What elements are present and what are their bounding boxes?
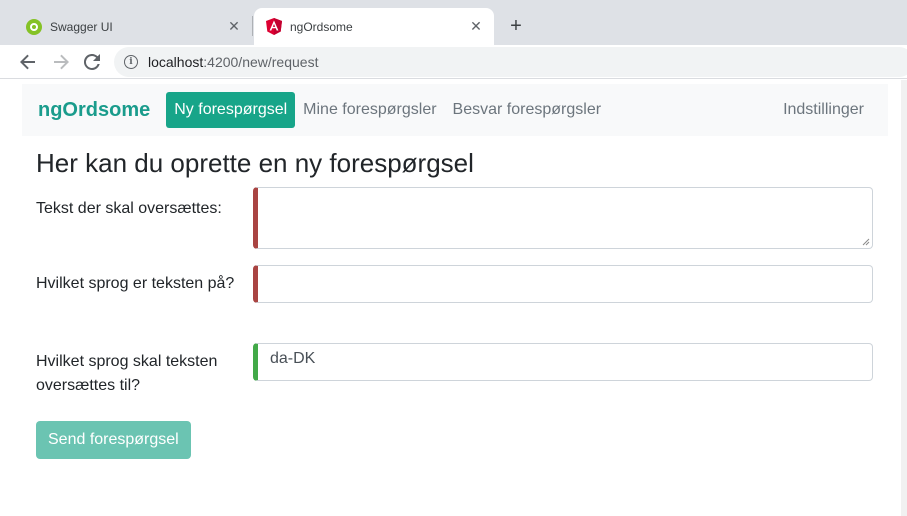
nav-settings[interactable]: Indstillinger: [783, 101, 864, 119]
brand-logo[interactable]: ngOrdsome: [38, 99, 150, 122]
nav-new-request[interactable]: Ny forespørgsel: [166, 92, 296, 128]
back-icon[interactable]: [15, 49, 41, 75]
close-icon[interactable]: ✕: [226, 18, 242, 35]
text-label: Tekst der skal oversættes:: [36, 200, 222, 217]
tab-title: Swagger UI: [50, 19, 113, 34]
swagger-globe-icon: [26, 18, 42, 35]
resize-grip-icon[interactable]: [862, 238, 870, 246]
source-language-input[interactable]: [253, 265, 873, 303]
target-language-input[interactable]: da-DK: [253, 343, 873, 381]
source-language-label: Hvilket sprog er teksten på?: [36, 275, 235, 292]
url-path: :4200/new/request: [203, 54, 319, 70]
target-language-value: da-DK: [270, 350, 316, 367]
forward-icon[interactable]: [48, 49, 74, 75]
app-navbar: ngOrdsome Ny forespørgsel Mine forespørg…: [22, 84, 888, 136]
page-content: ngOrdsome Ny forespørgsel Mine forespørg…: [0, 80, 907, 516]
form-row-source: Hvilket sprog er teksten på?: [36, 265, 873, 321]
page-title: Her kan du oprette en ny forespørgsel: [36, 148, 474, 178]
nav-my-requests[interactable]: Mine forespørgsler: [295, 92, 444, 128]
tab-swagger-ui[interactable]: Swagger UI ✕: [14, 8, 252, 45]
form-row-target: Hvilket sprog skal teksten oversættes ti…: [36, 343, 873, 399]
text-to-translate-textarea[interactable]: [253, 187, 873, 249]
form-row-text: Tekst der skal oversættes:: [36, 187, 873, 249]
angular-icon: [266, 18, 282, 35]
info-icon[interactable]: i: [124, 55, 138, 69]
new-tab-button[interactable]: +: [504, 14, 528, 38]
scrollbar[interactable]: [901, 80, 907, 516]
tab-divider: [252, 16, 253, 36]
browser-toolbar: i localhost:4200/new/request: [0, 45, 907, 79]
target-language-label: Hvilket sprog skal teksten oversættes ti…: [36, 353, 218, 394]
tab-title: ngOrdsome: [290, 19, 353, 34]
close-icon[interactable]: ✕: [468, 18, 484, 35]
reload-icon[interactable]: [79, 49, 105, 75]
send-request-button[interactable]: Send forespørgsel: [36, 421, 191, 459]
nav-answer-requests[interactable]: Besvar forespørgsler: [445, 92, 610, 128]
tab-ngordsome[interactable]: ngOrdsome ✕: [254, 8, 494, 45]
url-host: localhost: [148, 54, 204, 70]
address-bar[interactable]: i localhost:4200/new/request: [114, 47, 907, 77]
browser-tabstrip: Swagger UI ✕ ngOrdsome ✕ +: [0, 0, 907, 45]
